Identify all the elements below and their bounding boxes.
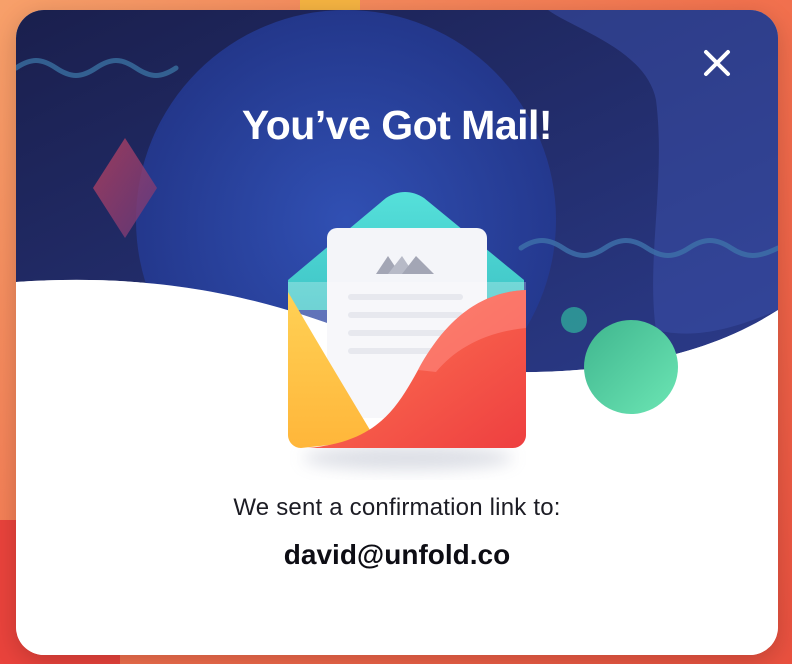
close-icon[interactable] <box>696 42 738 84</box>
recipient-email: david@unfold.co <box>283 539 511 570</box>
dialog-title: You’ve Got Mail! <box>241 102 553 148</box>
dot-decoration <box>561 307 587 333</box>
green-ball-decoration <box>584 320 678 414</box>
confirmation-message: We sent a confirmation link to: <box>233 494 561 521</box>
confirmation-modal: You’ve Got Mail! We sent a confirmation … <box>16 10 778 655</box>
